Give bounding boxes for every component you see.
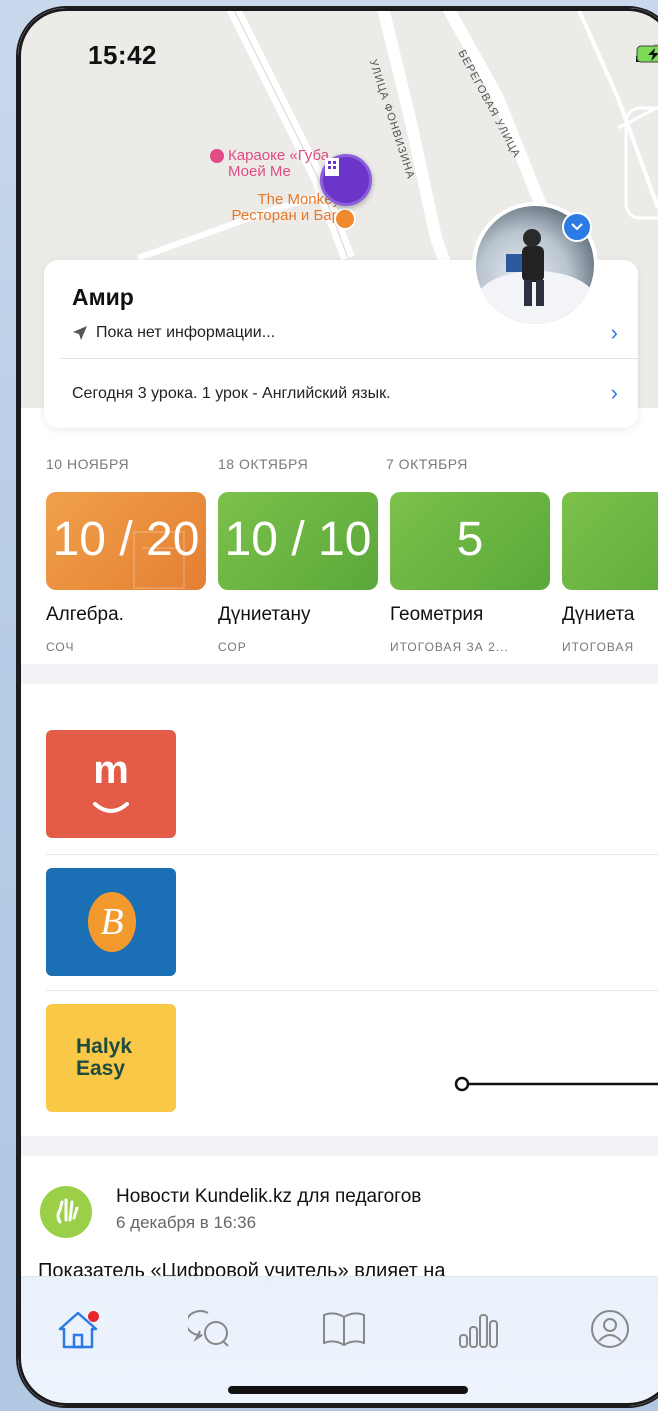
news-source: Новости Kundelik.kz для педагогов — [116, 1186, 422, 1207]
smile-icon — [93, 802, 129, 813]
status-time: 15:42 — [88, 40, 157, 70]
grade-subject: Геометрия — [390, 604, 484, 625]
karaoke-label-1: Караоке «Губа — [228, 147, 330, 164]
chevron-down-icon — [571, 223, 583, 231]
grade-subject: Дүниета — [562, 604, 635, 625]
grade-type: ИТОГОВАЯ ЗА 2... — [390, 640, 509, 654]
chat-icon — [188, 1310, 229, 1347]
karaoke-pin-icon — [210, 149, 224, 164]
battery-icon — [636, 45, 658, 63]
tab-chat[interactable] — [180, 1299, 240, 1359]
grade-tile[interactable]: 10 / 10 — [218, 492, 378, 590]
pointer-line — [454, 1076, 658, 1092]
app-m-glyph: m — [93, 748, 129, 792]
recent-grades: 10 НОЯБРЯ 18 ОКТЯБРЯ 7 ОКТЯБРЯ 10 / 20 1… — [18, 408, 658, 664]
grade-subject: Дүниетану — [218, 604, 311, 625]
tab-profile[interactable] — [580, 1299, 640, 1359]
book-icon — [323, 1312, 365, 1347]
tab-diary[interactable] — [314, 1299, 374, 1359]
easy-line: Easy — [76, 1057, 126, 1080]
app-b-glyph: B — [100, 901, 124, 943]
separator — [46, 854, 658, 855]
tab-stats[interactable] — [448, 1299, 508, 1359]
kundelik-logo — [40, 1186, 92, 1238]
avatar-dropdown-button[interactable] — [562, 212, 592, 242]
home-indicator[interactable] — [228, 1386, 468, 1394]
grade-tile[interactable]: 5 — [390, 492, 550, 590]
building-pin-icon[interactable] — [320, 154, 372, 206]
grade-type: СОР — [218, 640, 247, 654]
stats-icon — [459, 1314, 498, 1348]
app-tile-halyk-easy[interactable]: Halyk Easy — [46, 1004, 176, 1112]
grade-tile[interactable]: 10 / 20 — [46, 492, 206, 590]
grade-value: 10 / 20 — [52, 513, 200, 566]
app-tile-m[interactable]: m — [46, 730, 176, 838]
separator — [46, 990, 658, 991]
grade-date: 7 ОКТЯБРЯ — [386, 456, 468, 472]
location-arrow-icon — [73, 326, 87, 340]
profile-icon — [591, 1310, 629, 1348]
grade-type: ИТОГОВАЯ — [562, 640, 635, 654]
chevron-right-icon[interactable]: › — [611, 380, 618, 406]
map-poi-karaoke[interactable]: Караоке «Губа Моей Ме — [210, 148, 329, 180]
notification-dot — [88, 1311, 99, 1322]
news-date: 6 декабря в 16:36 — [116, 1213, 257, 1232]
karaoke-label-2: Моей Ме — [228, 163, 291, 180]
coin-icon: B — [88, 892, 136, 952]
app-tile-b[interactable]: B — [46, 868, 176, 976]
building-icon — [325, 158, 339, 176]
phone-screen: 15:42 Караоке «Губа Моей Ме The Monkey Р… — [18, 8, 658, 1406]
location-row[interactable]: Пока нет информации... — [72, 324, 275, 342]
card-divider — [60, 358, 638, 359]
grade-date: 18 ОКТЯБРЯ — [218, 456, 309, 472]
restaurant-label-2: Ресторан и Бар — [231, 207, 340, 224]
grade-date: 10 НОЯБРЯ — [46, 456, 130, 472]
lessons-summary[interactable]: Сегодня 3 урока. 1 урок - Английский язы… — [72, 385, 391, 403]
chevron-right-icon[interactable]: › — [611, 320, 618, 346]
status-bar: 15:42 — [18, 38, 658, 70]
partner-apps-list: m B Halyk Easy — [18, 684, 658, 1136]
grade-value: 5 — [456, 513, 484, 566]
grade-type: СОЧ — [46, 640, 75, 654]
grade-subject: Алгебра. — [46, 604, 124, 625]
student-name: Амир — [72, 284, 134, 310]
location-text: Пока нет информации... — [96, 324, 276, 341]
hand-icon — [56, 1198, 79, 1224]
grade-value: 10 / 10 — [224, 513, 372, 566]
map-poi-restaurant[interactable]: The Monkey Ресторан и Бар — [180, 192, 340, 224]
halyk-line: Halyk — [76, 1035, 133, 1058]
tab-home[interactable] — [48, 1299, 108, 1359]
grade-tile[interactable]: 5 — [562, 492, 658, 590]
grade-value: 5 — [562, 512, 658, 567]
halyk-easy-logo: Halyk Easy — [76, 1036, 132, 1080]
restaurant-pin-icon — [334, 208, 356, 230]
